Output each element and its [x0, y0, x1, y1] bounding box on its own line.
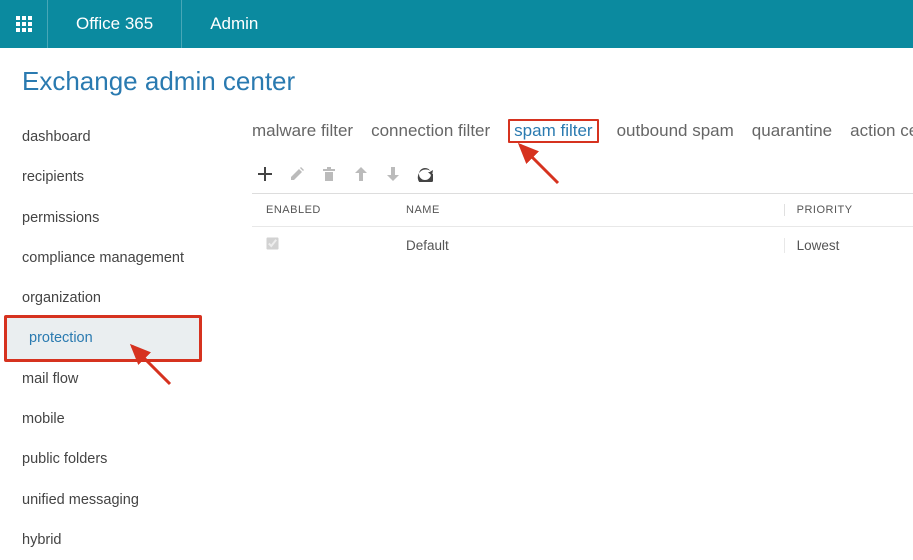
tab-quarantine[interactable]: quarantine: [752, 121, 832, 141]
tab-malware-filter[interactable]: malware filter: [252, 121, 353, 141]
tab-bar: malware filter connection filter spam fi…: [252, 113, 913, 165]
tab-spam-filter[interactable]: spam filter: [514, 121, 592, 140]
app-launcher-button[interactable]: [0, 0, 48, 48]
annotation-box-tab: spam filter: [508, 119, 598, 143]
sidebar-item-organization[interactable]: organization: [0, 278, 212, 318]
sidebar-item-dashboard[interactable]: dashboard: [0, 117, 212, 157]
add-button[interactable]: [256, 165, 274, 183]
col-name[interactable]: NAME: [406, 204, 784, 216]
plus-icon: [257, 166, 273, 182]
sidebar-item-protection[interactable]: protection: [7, 318, 199, 358]
tab-connection-filter[interactable]: connection filter: [371, 121, 490, 141]
arrow-down-icon: [386, 166, 400, 182]
sidebar-item-hybrid[interactable]: hybrid: [0, 520, 212, 560]
sidebar-item-permissions[interactable]: permissions: [0, 198, 212, 238]
table-row[interactable]: Default Lowest: [252, 227, 913, 263]
col-enabled[interactable]: ENABLED: [266, 204, 406, 216]
toolbar: [252, 165, 913, 193]
cell-enabled: [266, 237, 406, 253]
enabled-checkbox[interactable]: [266, 237, 278, 249]
sidebar-item-mobile[interactable]: mobile: [0, 399, 212, 439]
cell-priority: Lowest: [784, 238, 913, 253]
annotation-box-sidebar: protection: [4, 315, 202, 361]
pencil-icon: [289, 166, 305, 182]
refresh-icon: [417, 166, 433, 182]
sidebar-item-unified-messaging[interactable]: unified messaging: [0, 480, 212, 520]
move-down-button[interactable]: [384, 165, 402, 183]
waffle-icon: [16, 16, 32, 32]
sidebar-item-mail-flow[interactable]: mail flow: [0, 359, 212, 399]
table-header: ENABLED NAME PRIORITY: [252, 194, 913, 227]
top-bar: Office 365 Admin: [0, 0, 913, 48]
sidebar: dashboard recipients permissions complia…: [0, 109, 212, 560]
sidebar-item-recipients[interactable]: recipients: [0, 157, 212, 197]
main-content: malware filter connection filter spam fi…: [212, 109, 913, 263]
sidebar-item-compliance-management[interactable]: compliance management: [0, 238, 212, 278]
tab-action-center[interactable]: action cen: [850, 121, 913, 141]
move-up-button[interactable]: [352, 165, 370, 183]
section-name[interactable]: Admin: [182, 0, 286, 48]
refresh-button[interactable]: [416, 165, 434, 183]
arrow-up-icon: [354, 166, 368, 182]
tab-outbound-spam[interactable]: outbound spam: [617, 121, 734, 141]
trash-icon: [322, 166, 336, 182]
sidebar-item-public-folders[interactable]: public folders: [0, 439, 212, 479]
policy-table: ENABLED NAME PRIORITY Default Lowest: [252, 193, 913, 263]
cell-name: Default: [406, 238, 784, 253]
edit-button[interactable]: [288, 165, 306, 183]
delete-button[interactable]: [320, 165, 338, 183]
product-name[interactable]: Office 365: [48, 0, 182, 48]
col-priority[interactable]: PRIORITY: [784, 204, 913, 216]
page-title: Exchange admin center: [0, 48, 913, 109]
